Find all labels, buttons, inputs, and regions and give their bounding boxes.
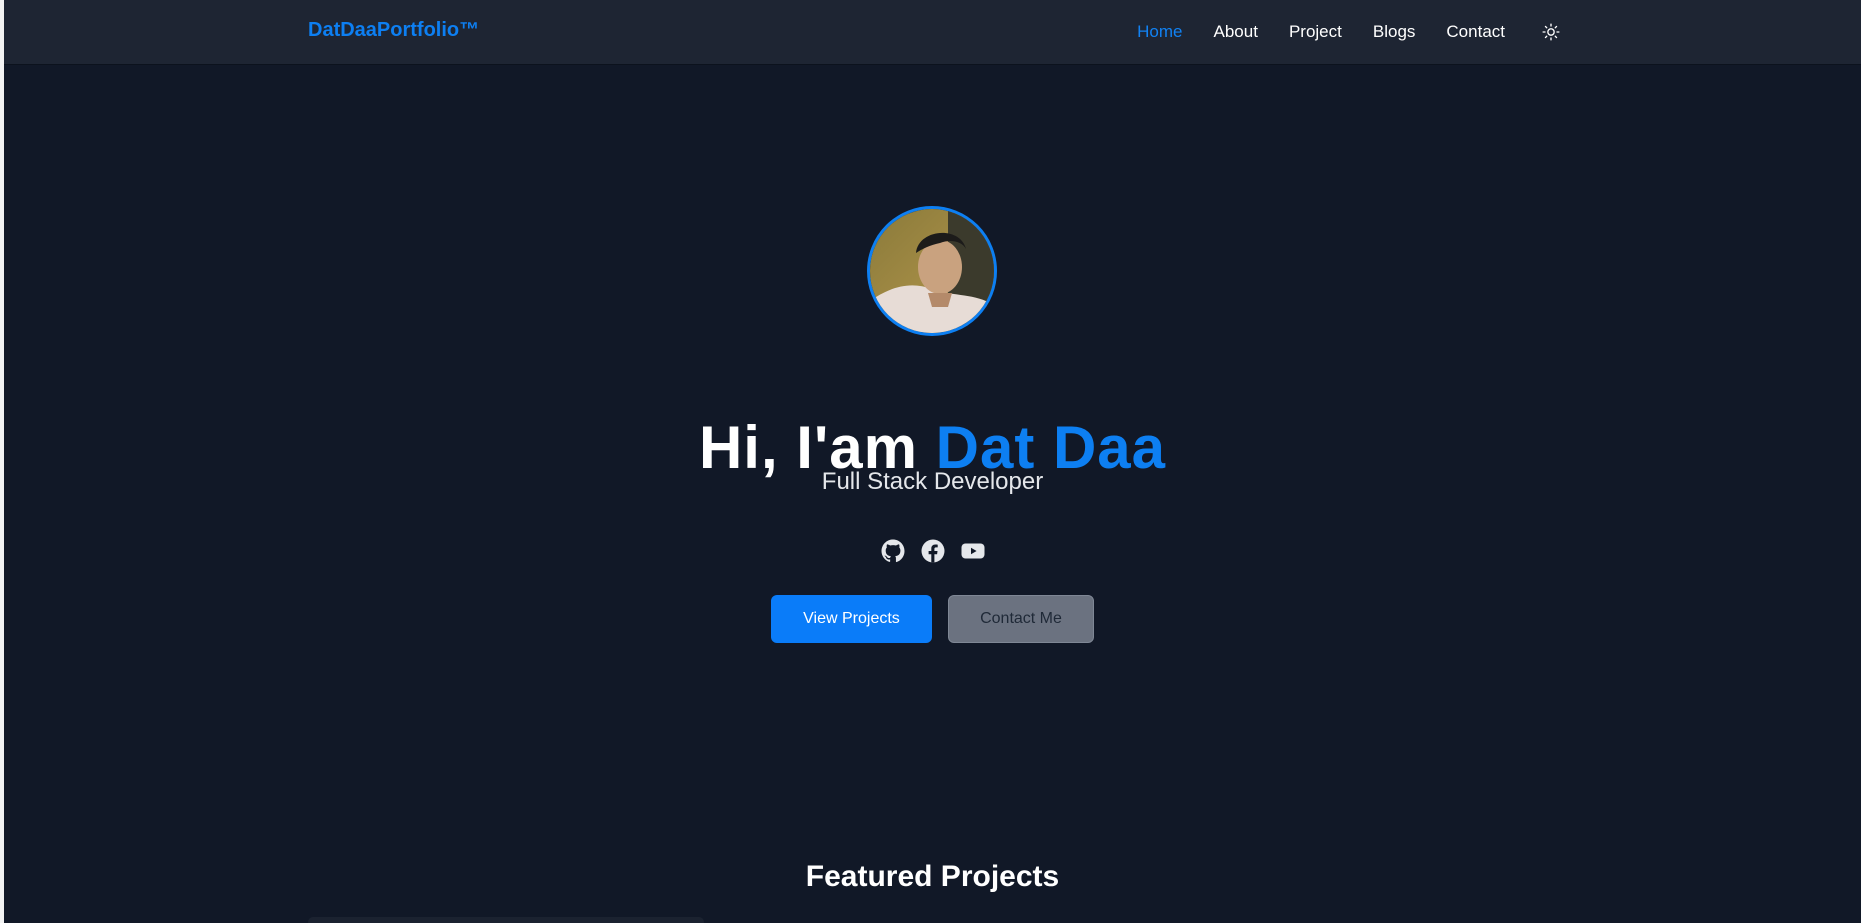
view-projects-button[interactable]: View Projects [771,595,932,643]
nav-link-contact[interactable]: Contact [1446,22,1505,42]
hero-subtitle: Full Stack Developer [821,468,1044,495]
sun-icon[interactable] [1541,22,1561,42]
social-links [4,539,1861,563]
github-icon[interactable] [881,539,905,563]
featured-projects-heading: Featured Projects [805,859,1060,893]
project-card[interactable] [308,917,704,923]
avatar [867,206,997,336]
facebook-icon[interactable] [921,539,945,563]
contact-me-button[interactable]: Contact Me [948,595,1094,643]
nav-link-about[interactable]: About [1214,22,1258,42]
nav-link-blogs[interactable]: Blogs [1373,22,1416,42]
navbar: DatDaaPortfolio™ Home About Project Blog… [4,0,1861,64]
nav-link-home[interactable]: Home [1137,22,1182,42]
page: DatDaaPortfolio™ Home About Project Blog… [4,0,1861,923]
youtube-icon[interactable] [961,539,985,563]
brand-logo[interactable]: DatDaaPortfolio™ [308,19,479,42]
main-nav: Home About Project Blogs Contact [1106,0,1561,64]
nav-link-project[interactable]: Project [1289,22,1342,42]
